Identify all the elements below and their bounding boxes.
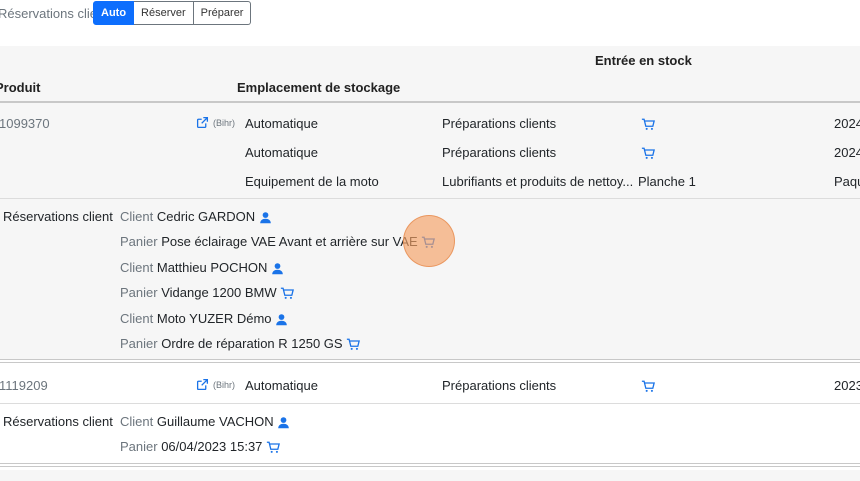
reservation-value[interactable]: Moto YUZER Démo [157, 311, 272, 326]
location-zone: Lubrifiants et produits de nettoy... [442, 174, 634, 189]
entry-date: 2024 [834, 145, 860, 160]
reservation-line: Client Matthieu POCHON [120, 260, 284, 275]
reservation-value[interactable]: Cedric GARDON [157, 209, 255, 224]
user-icon[interactable] [259, 209, 272, 224]
reservation-kind: Client [120, 209, 154, 224]
cart-icon[interactable] [641, 378, 655, 393]
reservation-line: Panier 06/04/2023 15:37 [120, 439, 281, 454]
reservation-value[interactable]: Guillaume VACHON [157, 414, 274, 429]
entry-date: 2023 [834, 378, 860, 393]
product-ref: 1119209 [0, 378, 48, 393]
header-entree-en-stock: Entrée en stock [595, 53, 692, 68]
reservation-line: Panier Ordre de réparation R 1250 GS [120, 336, 361, 351]
reservation-kind: Client [120, 260, 154, 275]
reservation-line: Client Cedric GARDON [120, 209, 272, 224]
user-icon[interactable] [271, 260, 284, 275]
auto-button[interactable]: Auto [93, 1, 135, 25]
reservation-kind: Client [120, 311, 154, 326]
external-link-icon[interactable] [196, 114, 209, 129]
location-zone: Préparations clients [442, 378, 557, 393]
reservation-kind: Client [120, 414, 154, 429]
location-type: Automatique [245, 378, 318, 393]
location-place: Planche 1 [638, 174, 696, 189]
location-zone: Préparations clients [442, 145, 557, 160]
reservations-label: Réservations client [3, 414, 113, 429]
reservation-value[interactable]: Vidange 1200 BMW [161, 285, 276, 300]
reservation-value[interactable]: Pose éclairage VAE Avant et arrière sur … [161, 234, 418, 249]
supplier-label: (Bihr) [213, 118, 235, 128]
reservation-kind: Panier [120, 336, 158, 351]
user-icon[interactable] [275, 311, 288, 326]
cart-icon[interactable] [266, 439, 281, 454]
reservation-kind: Panier [120, 285, 158, 300]
reservations-label: Réservations client [3, 209, 113, 224]
cart-icon[interactable] [641, 145, 655, 160]
entry-date: 2024 [834, 116, 860, 131]
reservations-block: Réservations client Client Guillaume VAC… [0, 404, 860, 462]
cart-icon[interactable] [280, 285, 295, 300]
user-icon[interactable] [277, 414, 290, 429]
reservation-line: Client Guillaume VACHON [120, 414, 290, 429]
location-type: Equipement de la moto [245, 174, 379, 189]
cart-icon[interactable] [641, 116, 655, 131]
product-row: 1119209 (Bihr) Automatique Préparations … [0, 366, 860, 404]
reservation-kind: Panier [120, 439, 158, 454]
reservation-line: Panier Vidange 1200 BMW [120, 285, 295, 300]
reservation-line: Client Moto YUZER Démo [120, 311, 288, 326]
toolbar-label: Réservations client [0, 6, 108, 21]
mode-button-group: Auto Réserver Préparer [93, 1, 252, 25]
product-row: 1099370 (Bihr) Automatique Préparations … [0, 103, 860, 199]
section-divider [0, 463, 860, 467]
reservation-value[interactable]: Ordre de réparation R 1250 GS [161, 336, 342, 351]
product-ref: 1099370 [0, 116, 50, 131]
reservation-line: Panier Pose éclairage VAE Avant et arriè… [120, 234, 436, 249]
reservation-value[interactable]: Matthieu POCHON [157, 260, 268, 275]
location-type: Automatique [245, 116, 318, 131]
external-link-icon[interactable] [196, 376, 209, 391]
cart-icon[interactable] [346, 336, 361, 351]
entry-date: Paqu [834, 174, 860, 189]
next-row-stub [0, 470, 860, 481]
reservation-value[interactable]: 06/04/2023 15:37 [161, 439, 262, 454]
toolbar: Réservations client Auto Réserver Prépar… [0, 0, 860, 46]
header-produit: Produit [0, 80, 41, 95]
header-emplacement: Emplacement de stockage [237, 80, 401, 95]
supplier-label: (Bihr) [213, 380, 235, 390]
location-type: Automatique [245, 145, 318, 160]
click-indicator [403, 215, 455, 267]
preparer-button[interactable]: Préparer [193, 1, 252, 25]
table-header: Entrée en stock Produit Emplacement de s… [0, 46, 860, 103]
location-zone: Préparations clients [442, 116, 557, 131]
reservation-kind: Panier [120, 234, 158, 249]
section-divider [0, 359, 860, 363]
reserver-button[interactable]: Réserver [134, 1, 194, 25]
